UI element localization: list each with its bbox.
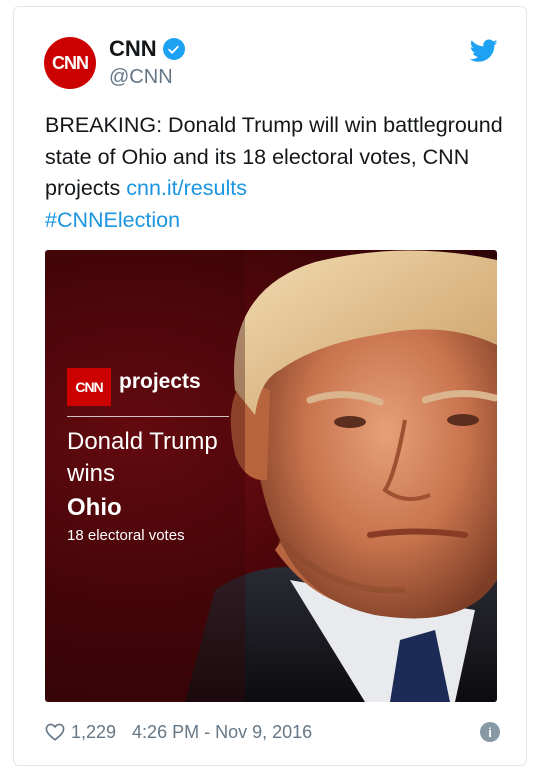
tweet-footer: 1,229 4:26 PM - Nov 9, 2016 i [45, 719, 500, 745]
author-name[interactable]: CNN [109, 36, 157, 62]
headline-line1: Donald Trump [67, 428, 218, 455]
twitter-bird-icon[interactable] [470, 39, 498, 63]
avatar-logo-text: CNN [52, 52, 89, 73]
tweet-hashtag[interactable]: #CNNElection [45, 208, 180, 232]
like-count[interactable]: 1,229 [71, 722, 116, 743]
author-handle[interactable]: @CNN [109, 66, 173, 89]
divider [67, 416, 229, 417]
projects-label: projects [119, 370, 201, 393]
tweet-body: BREAKING: Donald Trump will win battlegr… [45, 113, 503, 200]
heart-icon[interactable] [45, 723, 65, 741]
state-name: Ohio [67, 494, 122, 521]
timestamp[interactable]: 4:26 PM - Nov 9, 2016 [132, 722, 312, 743]
electoral-votes: 18 electoral votes [67, 527, 185, 544]
tweet-media[interactable]: CNN projects Donald Trump wins Ohio 18 e… [45, 250, 497, 702]
tweet-text: BREAKING: Donald Trump will win battlegr… [45, 110, 505, 236]
headline-line2: wins [67, 460, 116, 487]
media-headline: Donald Trump wins [67, 426, 267, 490]
tweet-link[interactable]: cnn.it/results [126, 176, 247, 200]
verified-icon [162, 38, 185, 60]
info-icon[interactable]: i [480, 722, 500, 742]
cnn-logo: CNN [67, 368, 111, 406]
author-name-row: CNN [109, 36, 185, 62]
avatar[interactable]: CNN [44, 37, 96, 89]
